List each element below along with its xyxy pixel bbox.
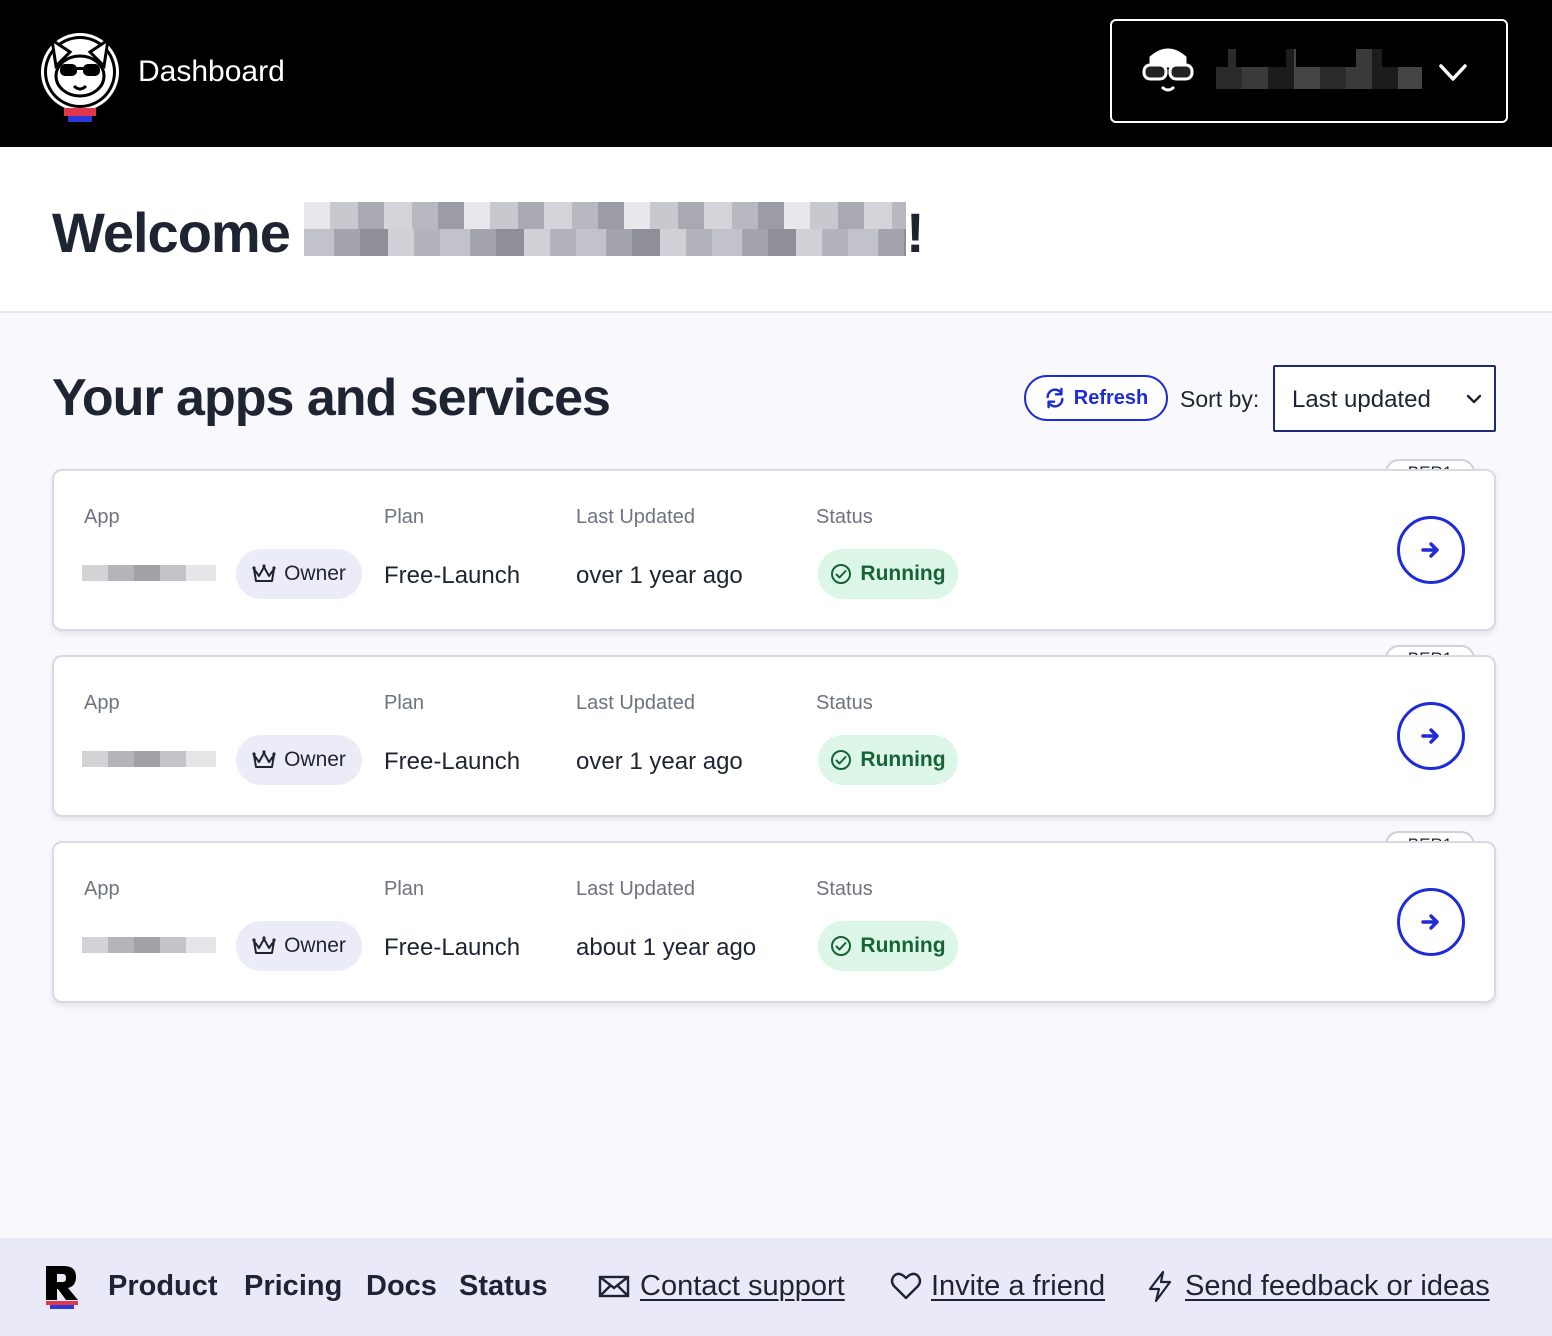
last-updated-value: over 1 year ago [576, 562, 743, 589]
footer-link-product[interactable]: Product [108, 1268, 218, 1304]
app-column-label: App [84, 692, 120, 714]
status-label: Running [860, 562, 946, 585]
sort-select[interactable]: Last updated [1273, 365, 1496, 432]
footer-link-pricing[interactable]: Pricing [244, 1268, 342, 1304]
username-redacted [304, 202, 906, 256]
brand-r-logo-icon[interactable] [44, 1264, 80, 1310]
status-badge: Running [818, 921, 958, 971]
app-name-redacted [82, 565, 216, 581]
last-updated-value: over 1 year ago [576, 748, 743, 775]
refresh-label: Refresh [1073, 386, 1149, 409]
sort-label: Sort by: [1180, 386, 1260, 412]
role-badge: Owner [236, 735, 362, 785]
check-circle-icon [831, 750, 852, 770]
chevron-down-icon [1466, 394, 1482, 404]
top-bar: Dashboard [0, 0, 1552, 147]
status-column-label: Status [816, 878, 873, 900]
footer-link-docs[interactable]: Docs [366, 1268, 437, 1304]
app-card[interactable]: App Plan Last Updated Status Owner Free-… [52, 655, 1496, 817]
app-column-label: App [84, 878, 120, 900]
status-badge: Running [818, 549, 958, 599]
footer: Product Pricing Docs Status Contact supp… [0, 1238, 1552, 1336]
last-updated-column-label: Last Updated [576, 692, 695, 714]
status-badge: Running [818, 735, 958, 785]
welcome-exclamation: ! [906, 201, 925, 264]
role-label: Owner [284, 934, 346, 957]
last-updated-value: about 1 year ago [576, 934, 757, 961]
status-column-label: Status [816, 506, 873, 528]
role-badge: Owner [236, 549, 362, 599]
footer-link-status[interactable]: Status [459, 1268, 548, 1304]
plan-value: Free-Launch [384, 748, 521, 775]
arrow-right-icon [1421, 728, 1439, 744]
contact-support-link[interactable]: Contact support [640, 1268, 845, 1304]
apps-section-title: Your apps and services [52, 369, 611, 427]
sort-selected-value: Last updated [1292, 386, 1431, 413]
invite-friend-link[interactable]: Invite a friend [931, 1268, 1105, 1304]
last-updated-column-label: Last Updated [576, 878, 695, 900]
app-name-redacted [82, 937, 216, 953]
check-circle-icon [831, 564, 852, 584]
status-label: Running [860, 934, 946, 957]
page-title: Dashboard [138, 55, 285, 88]
plan-column-label: Plan [384, 878, 425, 900]
arrow-right-icon [1421, 542, 1439, 558]
account-menu-button[interactable] [1110, 19, 1508, 123]
welcome-banner: Welcome ! [0, 147, 1552, 313]
account-name-redacted [1216, 49, 1422, 89]
chevron-down-icon [1439, 64, 1467, 81]
role-label: Owner [284, 562, 346, 585]
cat-logo-icon[interactable] [38, 26, 122, 126]
check-circle-icon [831, 936, 852, 956]
last-updated-column-label: Last Updated [576, 506, 695, 528]
crown-icon [252, 564, 276, 582]
refresh-icon [1046, 387, 1064, 409]
role-badge: Owner [236, 921, 362, 971]
welcome-heading: Welcome [52, 201, 291, 264]
role-label: Owner [284, 748, 346, 771]
heart-icon [890, 1272, 922, 1300]
user-avatar-icon [1142, 48, 1194, 92]
plan-column-label: Plan [384, 506, 425, 528]
app-column-label: App [84, 506, 120, 528]
status-column-label: Status [816, 692, 873, 714]
plan-value: Free-Launch [384, 562, 521, 589]
open-app-button[interactable] [1397, 888, 1465, 956]
plan-column-label: Plan [384, 692, 425, 714]
open-app-button[interactable] [1397, 516, 1465, 584]
plan-value: Free-Launch [384, 934, 521, 961]
arrow-right-icon [1421, 914, 1439, 930]
app-card[interactable]: App Plan Last Updated Status Owner Free-… [52, 841, 1496, 1003]
app-name-redacted [82, 751, 216, 767]
app-card[interactable]: App Plan Last Updated Status Owner Free-… [52, 469, 1496, 631]
status-label: Running [860, 748, 946, 771]
refresh-button[interactable]: Refresh [1024, 375, 1168, 421]
send-feedback-link[interactable]: Send feedback or ideas [1185, 1268, 1490, 1304]
lightning-icon [1148, 1270, 1172, 1302]
mail-icon [598, 1275, 630, 1298]
crown-icon [252, 750, 276, 768]
open-app-button[interactable] [1397, 702, 1465, 770]
crown-icon [252, 936, 276, 954]
